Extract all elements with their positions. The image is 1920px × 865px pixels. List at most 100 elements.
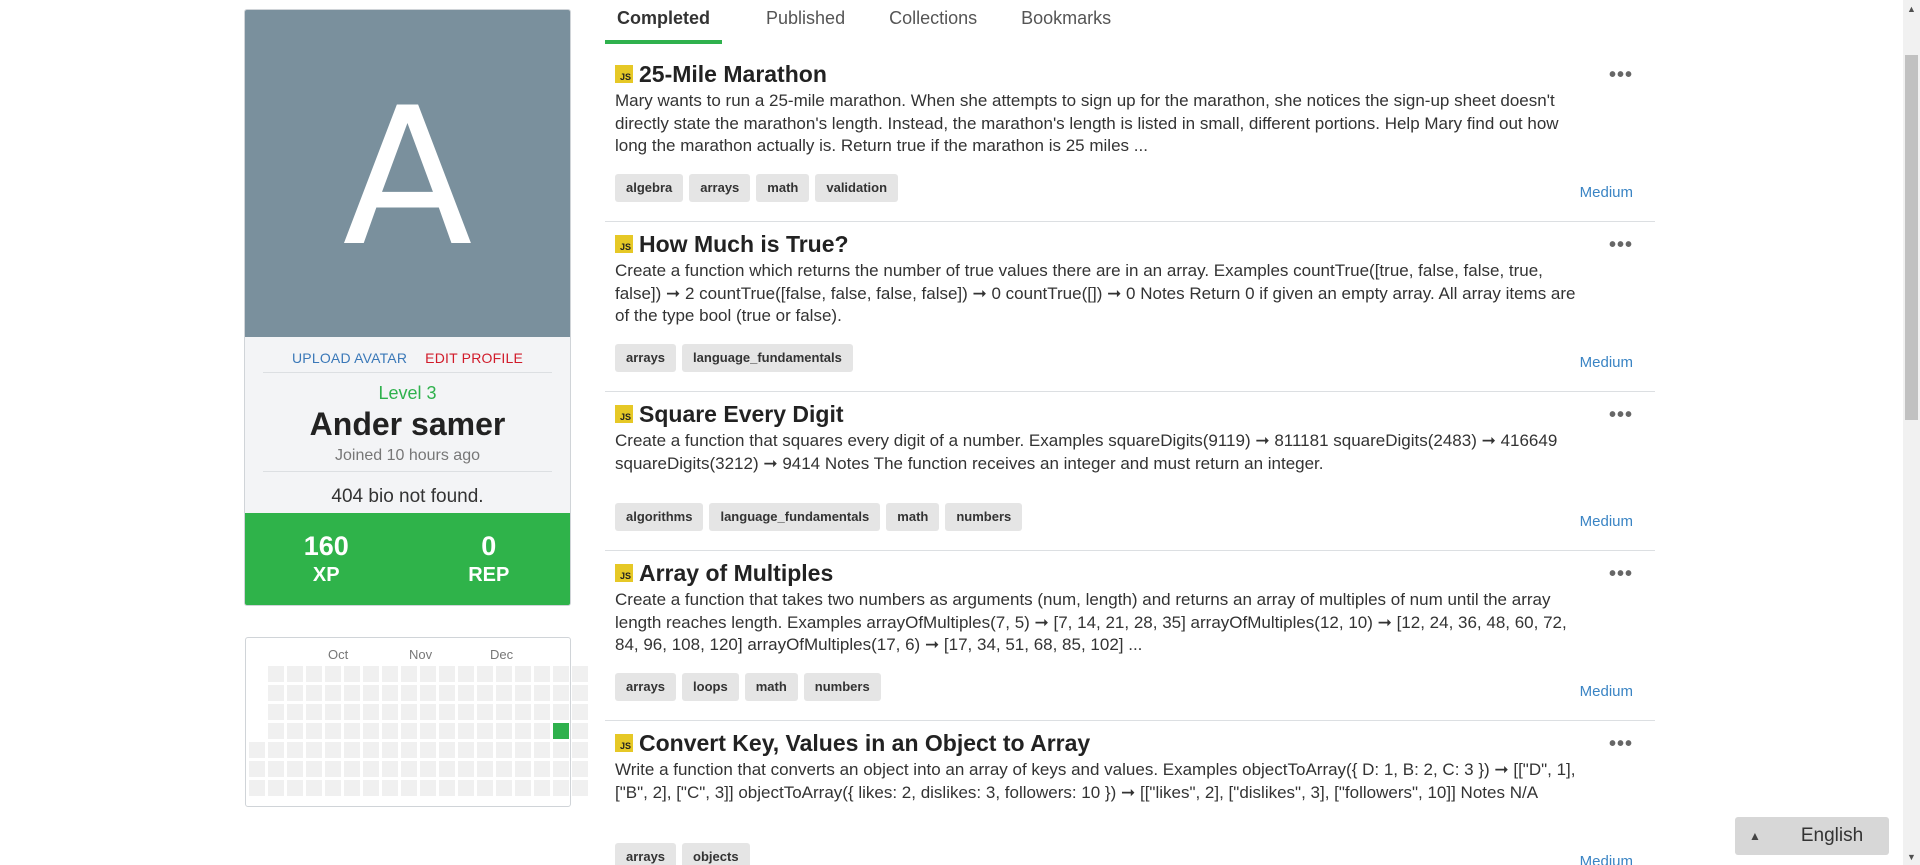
challenge-item: JS Convert Key, Values in an Object to A…	[605, 721, 1655, 865]
difficulty-link[interactable]: Medium	[1580, 184, 1633, 201]
calendar-day	[438, 703, 456, 721]
calendar-day	[381, 741, 399, 759]
edit-profile-link[interactable]: EDIT PROFILE	[425, 350, 523, 366]
scroll-up-icon[interactable]: ▲	[1903, 0, 1920, 17]
rep-value: 0	[481, 531, 497, 561]
tag[interactable]: arrays	[615, 673, 677, 701]
tab-completed[interactable]: Completed	[605, 0, 723, 44]
challenge-title-row: JS Square Every Digit	[615, 400, 1645, 428]
javascript-icon: JS	[615, 405, 633, 423]
bio: 404 bio not found.	[331, 486, 484, 507]
calendar-day	[343, 779, 361, 797]
tag[interactable]: validation	[815, 174, 899, 202]
calendar-day	[438, 722, 456, 740]
tag[interactable]: numbers	[803, 673, 881, 701]
difficulty-link[interactable]: Medium	[1580, 853, 1633, 865]
calendar-day	[362, 665, 380, 683]
scroll-thumb[interactable]	[1905, 55, 1918, 420]
calendar-day	[343, 760, 361, 778]
upload-avatar-link[interactable]: UPLOAD AVATAR	[292, 350, 407, 366]
calendar-day	[571, 741, 589, 759]
tag[interactable]: arrays	[615, 843, 677, 865]
stats-bar: 160 XP 0 REP	[245, 513, 570, 605]
tag-list: arrays language_fundamentals	[615, 344, 859, 372]
tag[interactable]: language_fundamentals	[682, 344, 853, 372]
calendar-day	[248, 741, 266, 759]
more-options-icon[interactable]: •••	[1609, 404, 1633, 427]
calendar-day	[305, 741, 323, 759]
calendar-day	[248, 760, 266, 778]
calendar-day	[343, 665, 361, 683]
calendar-day	[533, 779, 551, 797]
calendar-day	[533, 760, 551, 778]
calendar-day	[571, 703, 589, 721]
more-options-icon[interactable]: •••	[1609, 563, 1633, 586]
profile-tabs: Completed Published Collections Bookmark…	[605, 0, 1155, 44]
calendar-day	[305, 722, 323, 740]
javascript-icon: JS	[615, 65, 633, 83]
tag[interactable]: math	[886, 503, 940, 531]
challenge-description: Mary wants to run a 25-mile marathon. Wh…	[615, 91, 1559, 155]
calendar-day	[438, 779, 456, 797]
calendar-day	[495, 779, 513, 797]
difficulty-link[interactable]: Medium	[1580, 513, 1633, 530]
tab-bookmarks[interactable]: Bookmarks	[1021, 0, 1111, 44]
tag[interactable]: arrays	[689, 174, 751, 202]
calendar-day	[381, 779, 399, 797]
challenge-title[interactable]: Convert Key, Values in an Object to Arra…	[639, 730, 1090, 757]
tag[interactable]: objects	[682, 843, 750, 865]
calendar-day	[400, 741, 418, 759]
challenge-title[interactable]: Array of Multiples	[639, 560, 833, 587]
username: Ander samer	[309, 406, 506, 442]
calendar-day	[267, 684, 285, 702]
joined-date: Joined 10 hours ago	[263, 447, 552, 472]
more-options-icon[interactable]: •••	[1609, 64, 1633, 87]
tag[interactable]: numbers	[945, 503, 1023, 531]
activity-calendar: Oct Nov Dec	[245, 637, 589, 807]
calendar-day	[324, 741, 342, 759]
tag[interactable]: algorithms	[615, 503, 704, 531]
tag[interactable]: math	[744, 673, 798, 701]
page-scrollbar[interactable]: ▲ ▼	[1903, 0, 1920, 865]
tab-published[interactable]: Published	[766, 0, 845, 44]
rep-stat: 0 REP	[408, 513, 571, 605]
calendar-day	[419, 741, 437, 759]
xp-stat: 160 XP	[245, 513, 408, 605]
tab-collections[interactable]: Collections	[889, 0, 977, 44]
calendar-day	[381, 760, 399, 778]
calendar-day	[552, 684, 570, 702]
calendar-day	[571, 684, 589, 702]
calendar-day	[514, 722, 532, 740]
more-options-icon[interactable]: •••	[1609, 234, 1633, 257]
caret-up-icon: ▲	[1749, 829, 1761, 843]
calendar-day	[400, 684, 418, 702]
calendar-day	[362, 722, 380, 740]
calendar-day	[552, 741, 570, 759]
calendar-day	[343, 722, 361, 740]
challenge-title[interactable]: How Much is True?	[639, 231, 849, 258]
calendar-day	[476, 684, 494, 702]
calendar-day	[476, 703, 494, 721]
profile-card: A UPLOAD AVATAR EDIT PROFILE Level 3 And…	[244, 9, 571, 606]
language-label: English	[1800, 825, 1864, 846]
language-selector[interactable]: ▲ English	[1735, 817, 1889, 855]
tag[interactable]: arrays	[615, 344, 677, 372]
tag[interactable]: language_fundamentals	[709, 503, 881, 531]
calendar-day	[286, 722, 304, 740]
challenge-description: Create a function that takes two numbers…	[615, 590, 1567, 654]
calendar-day	[571, 779, 589, 797]
challenge-title[interactable]: Square Every Digit	[639, 401, 844, 428]
avatar-letter: A	[342, 66, 473, 288]
tag[interactable]: algebra	[615, 174, 684, 202]
tag[interactable]: loops	[682, 673, 739, 701]
challenge-title[interactable]: 25-Mile Marathon	[639, 61, 827, 88]
scroll-down-icon[interactable]: ▼	[1903, 848, 1920, 865]
calendar-day	[248, 779, 266, 797]
difficulty-link[interactable]: Medium	[1580, 683, 1633, 700]
calendar-day	[362, 779, 380, 797]
tag[interactable]: math	[756, 174, 810, 202]
calendar-day	[286, 703, 304, 721]
more-options-icon[interactable]: •••	[1609, 733, 1633, 756]
difficulty-link[interactable]: Medium	[1580, 354, 1633, 371]
calendar-day	[514, 741, 532, 759]
